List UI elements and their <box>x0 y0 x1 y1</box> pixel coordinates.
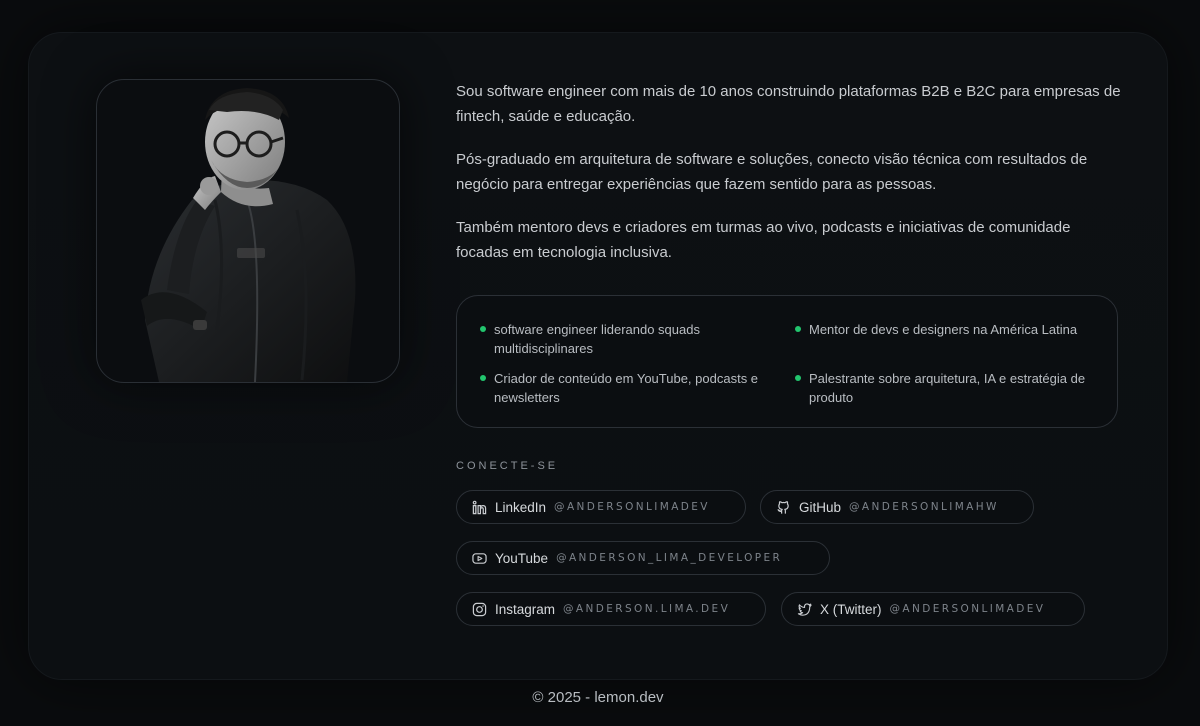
github-icon <box>776 500 791 515</box>
social-handle: @ANDERSONLIMAHW <box>849 501 999 513</box>
highlight-item: software engineer liderando squads multi… <box>480 320 784 358</box>
highlight-text: Palestrante sobre arquitetura, IA e estr… <box>809 371 1086 405</box>
bio-paragraph: Pós-graduado em arquitetura de software … <box>456 151 1088 193</box>
social-name: GitHub <box>799 499 842 515</box>
highlight-item: Palestrante sobre arquitetura, IA e estr… <box>795 369 1099 407</box>
highlight-text: Mentor de devs e designers na América La… <box>809 322 1078 337</box>
twitter-link[interactable]: X (Twitter) @ANDERSONLIMADEV <box>781 592 1085 626</box>
social-name: YouTube <box>495 550 549 566</box>
linkedin-link[interactable]: LinkedIn @ANDERSONLIMADEV <box>456 490 746 524</box>
bullet-dot-icon <box>480 326 486 332</box>
social-name: Instagram <box>495 601 556 617</box>
highlights-box: software engineer liderando squads multi… <box>456 295 1118 428</box>
footer-copyright: © 2025 - lemon.dev <box>532 689 664 706</box>
connect-title: CONECTE-SE <box>456 460 559 472</box>
highlight-text: Criador de conteúdo em YouTube, podcasts… <box>494 371 759 405</box>
github-link[interactable]: GitHub @ANDERSONLIMAHW <box>760 490 1034 524</box>
highlight-item: Mentor de devs e designers na América La… <box>795 320 1099 339</box>
instagram-icon <box>472 602 487 617</box>
profile-photo-image <box>141 88 356 382</box>
social-name: X (Twitter) <box>820 601 882 617</box>
bio-paragraph: Também mentoro devs e criadores em turma… <box>456 219 1071 261</box>
bio-section: Sou software engineer com mais de 10 ano… <box>456 79 1126 283</box>
social-handle: @ANDERSONLIMADEV <box>889 603 1046 615</box>
highlight-text: software engineer liderando squads multi… <box>494 322 700 356</box>
profile-photo <box>96 79 400 383</box>
social-handle: @ANDERSON_LIMA_DEVELOPER <box>556 552 783 564</box>
social-handle: @ANDERSONLIMADEV <box>554 501 710 513</box>
bullet-dot-icon <box>795 375 801 381</box>
highlight-item: Criador de conteúdo em YouTube, podcasts… <box>480 369 784 407</box>
bullet-dot-icon <box>480 375 486 381</box>
youtube-link[interactable]: YouTube @ANDERSON_LIMA_DEVELOPER <box>456 541 830 575</box>
bio-paragraph: Sou software engineer com mais de 10 ano… <box>456 83 1121 125</box>
twitter-icon <box>797 602 812 617</box>
bullet-dot-icon <box>795 326 801 332</box>
linkedin-icon <box>472 500 487 515</box>
social-handle: @ANDERSON.LIMA.DEV <box>563 603 731 615</box>
youtube-icon <box>472 551 487 566</box>
social-name: LinkedIn <box>495 499 547 515</box>
instagram-link[interactable]: Instagram @ANDERSON.LIMA.DEV <box>456 592 766 626</box>
